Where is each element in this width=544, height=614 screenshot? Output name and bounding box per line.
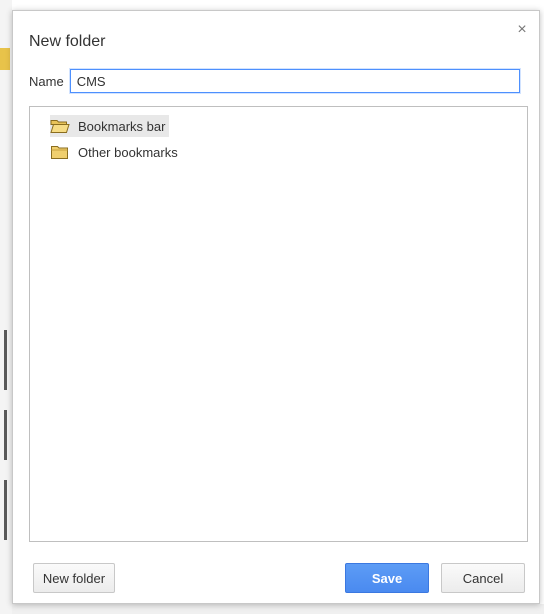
folder-tree[interactable]: Bookmarks bar Other bookmarks: [29, 106, 528, 542]
background-app-edge: [0, 0, 12, 614]
close-icon[interactable]: ×: [515, 22, 529, 38]
background-accent: [0, 48, 10, 70]
background-mark: [4, 410, 7, 460]
tree-item-bookmarks-bar[interactable]: Bookmarks bar: [50, 115, 170, 137]
save-button[interactable]: Save: [345, 563, 429, 593]
dialog-title: New folder: [29, 33, 106, 50]
tree-item-other-bookmarks[interactable]: Other bookmarks: [50, 141, 182, 163]
background-mark: [4, 480, 7, 540]
new-folder-button[interactable]: New folder: [33, 563, 115, 593]
background-app-bottom: [12, 604, 544, 614]
folder-name-input[interactable]: [69, 69, 520, 93]
tree-item-label: Bookmarks bar: [78, 118, 166, 134]
name-row: Name: [29, 69, 520, 93]
cancel-button[interactable]: Cancel: [441, 563, 525, 593]
tree-item-label: Other bookmarks: [78, 144, 178, 160]
open-folder-icon: [50, 118, 70, 134]
folder-icon: [50, 144, 70, 160]
new-folder-dialog: × New folder Name Bookmarks bar Other bo…: [12, 10, 540, 604]
name-label: Name: [29, 73, 64, 89]
background-mark: [4, 330, 7, 390]
